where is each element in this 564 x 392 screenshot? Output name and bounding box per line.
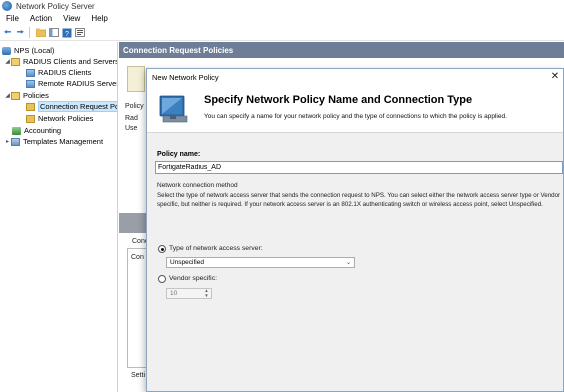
type-nas-select[interactable]: Unspecified ⌄ xyxy=(166,257,355,268)
radius-clients-icon xyxy=(26,68,35,77)
tree-item-label: RADIUS Clients xyxy=(38,68,92,77)
help-icon[interactable]: ? xyxy=(61,27,72,38)
window-titlebar: Network Policy Server xyxy=(0,0,564,12)
vendor-specific-radio[interactable] xyxy=(158,275,166,283)
nps-app-icon xyxy=(2,1,12,11)
network-policy-wizard-icon xyxy=(159,95,188,123)
new-network-policy-dialog: New Network Policy ✕ Specify Network Pol… xyxy=(146,68,564,392)
vendor-specific-stepper[interactable]: 10 ▲ ▼ xyxy=(166,288,212,299)
type-nas-radio[interactable] xyxy=(158,245,166,253)
dialog-subtitle: You can specify a name for your network … xyxy=(204,113,507,120)
network-connection-method-label: Network connection method xyxy=(157,182,238,189)
menu-action[interactable]: Action xyxy=(30,14,52,23)
accounting-icon xyxy=(12,126,21,135)
navigation-tree: NPS (Local) ◢ RADIUS Clients and Servers… xyxy=(0,42,118,392)
tree-item-templates-management[interactable]: ▸ Templates Management xyxy=(4,136,103,147)
tree-item-radius-clients[interactable]: RADIUS Clients xyxy=(26,67,91,78)
pane-header: Connection Request Policies xyxy=(119,42,564,58)
tree-item-label: Network Policies xyxy=(38,114,94,123)
settings-label: Setti xyxy=(131,372,146,379)
vendor-specific-value: 10 xyxy=(170,290,178,297)
menu-file[interactable]: File xyxy=(6,14,19,23)
policy-name-input[interactable] xyxy=(155,161,563,174)
tree-item-label: Remote RADIUS Server xyxy=(38,79,118,88)
folder-icon xyxy=(26,102,35,111)
tree-item-connection-request-policies[interactable]: Connection Request Po xyxy=(26,101,117,112)
folder-open-icon xyxy=(11,91,20,100)
condition-item: Con xyxy=(131,254,144,261)
tree-item-network-policies[interactable]: Network Policies xyxy=(26,113,93,124)
tree-item-nps-local[interactable]: NPS (Local) xyxy=(2,45,54,56)
svg-text:?: ? xyxy=(65,31,69,38)
network-connection-method-description: Select the type of network access server… xyxy=(157,192,561,208)
folder-up-icon[interactable] xyxy=(35,27,46,38)
close-icon[interactable]: ✕ xyxy=(549,70,561,83)
spin-arrows-icon[interactable]: ▲ ▼ xyxy=(203,288,210,298)
folder-icon xyxy=(26,114,35,123)
policy-list-item[interactable]: Use xyxy=(125,125,137,132)
tree-item-remote-radius-server[interactable]: Remote RADIUS Server xyxy=(26,78,118,89)
tree-item-label: NPS (Local) xyxy=(14,46,55,55)
menu-help[interactable]: Help xyxy=(91,14,107,23)
policy-list-item[interactable]: Rad xyxy=(125,115,138,122)
back-arrow-icon[interactable]: 🠘 xyxy=(2,27,13,38)
toolbar-separator xyxy=(29,27,30,38)
remote-server-icon xyxy=(26,79,35,88)
tree-item-label: Accounting xyxy=(24,126,62,135)
policy-document-icon xyxy=(127,66,145,92)
tree-item-label: RADIUS Clients and Servers xyxy=(23,57,118,66)
collapse-chevron-icon[interactable]: ◢ xyxy=(4,92,11,99)
properties-icon[interactable] xyxy=(74,27,85,38)
show-hide-tree-icon[interactable] xyxy=(48,27,59,38)
dialog-titlebar: New Network Policy xyxy=(147,69,563,85)
folder-open-icon xyxy=(11,57,20,66)
dialog-heading: Specify Network Policy Name and Connecti… xyxy=(204,94,473,106)
vendor-specific-label[interactable]: Vendor specific: xyxy=(169,275,217,282)
tree-item-label: Connection Request Po xyxy=(38,101,117,112)
menu-view[interactable]: View xyxy=(63,14,80,23)
expand-chevron-icon[interactable]: ▸ xyxy=(4,138,11,145)
window-title: Network Policy Server xyxy=(16,1,95,11)
dialog-title: New Network Policy xyxy=(152,72,219,82)
type-nas-label[interactable]: Type of network access server: xyxy=(169,245,263,252)
nps-server-icon xyxy=(2,46,11,55)
chevron-down-icon: ⌄ xyxy=(345,260,351,266)
dialog-banner: Specify Network Policy Name and Connecti… xyxy=(147,85,563,133)
tree-item-label: Policies xyxy=(23,91,49,100)
pane-divider xyxy=(119,213,149,233)
toolbar: 🠘 🠚 ? xyxy=(0,25,564,41)
menu-bar: File Action View Help xyxy=(0,12,564,25)
forward-arrow-icon[interactable]: 🠚 xyxy=(15,27,26,38)
tree-item-policies[interactable]: ◢ Policies xyxy=(4,90,49,101)
collapse-chevron-icon[interactable]: ◢ xyxy=(4,58,11,65)
type-nas-selected-value: Unspecified xyxy=(170,259,204,266)
templates-icon xyxy=(11,137,20,146)
tree-item-label: Templates Management xyxy=(23,137,104,146)
tree-item-radius-clients-servers[interactable]: ◢ RADIUS Clients and Servers xyxy=(4,56,118,67)
tree-item-accounting[interactable]: Accounting xyxy=(12,125,61,136)
policy-name-label: Policy name: xyxy=(157,151,201,158)
